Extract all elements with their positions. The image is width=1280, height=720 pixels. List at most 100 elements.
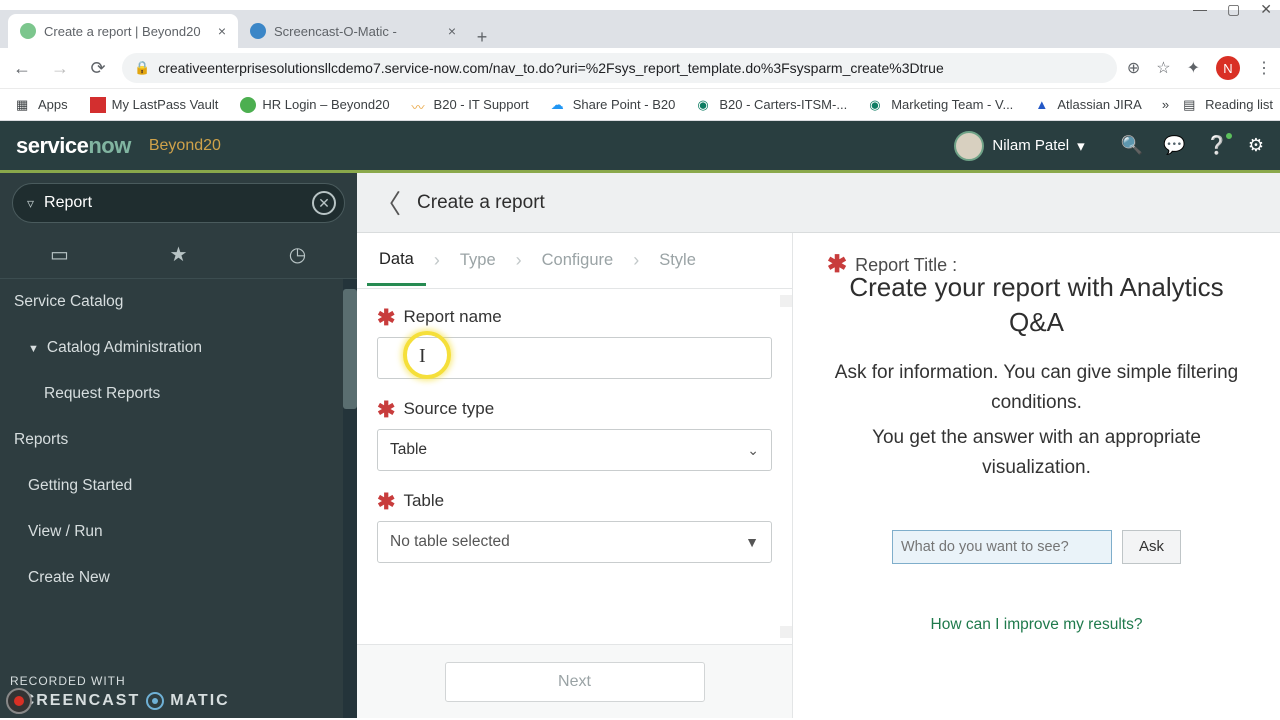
ask-button[interactable]: Ask bbox=[1122, 530, 1181, 564]
close-tab-icon[interactable]: × bbox=[448, 23, 456, 39]
main-content: 〈 Create a report Data › Type › Configur… bbox=[357, 173, 1280, 718]
nav-item-request-reports[interactable]: Request Reports bbox=[0, 371, 343, 417]
nav-scrollbar[interactable] bbox=[343, 279, 357, 718]
back-icon[interactable]: 〈 bbox=[375, 184, 401, 221]
wizard-step-data[interactable]: Data bbox=[367, 236, 426, 286]
instance-name[interactable]: Beyond20 bbox=[149, 137, 221, 155]
browser-tab-1[interactable]: Screencast-O-Matic - × bbox=[238, 14, 468, 48]
extensions-icon[interactable]: ✦ bbox=[1187, 58, 1200, 78]
wizard-steps: Data › Type › Configure › Style bbox=[357, 233, 792, 289]
qa-heading: Create your report with Analytics Q&A bbox=[827, 270, 1246, 340]
bookmark-item[interactable]: ▲Atlassian JIRA bbox=[1027, 93, 1150, 117]
tab-title: Screencast-O-Matic - bbox=[274, 24, 440, 39]
required-icon: ✱ bbox=[377, 404, 395, 415]
qa-paragraph-2: You get the answer with an appropriate v… bbox=[827, 423, 1246, 482]
chat-icon[interactable]: 💬 bbox=[1163, 135, 1185, 156]
new-tab-button[interactable]: + bbox=[468, 27, 496, 48]
bookmark-icon bbox=[240, 97, 256, 113]
chevron-right-icon: › bbox=[633, 250, 639, 271]
back-button[interactable]: ← bbox=[8, 58, 36, 79]
wizard-step-type[interactable]: Type bbox=[448, 237, 508, 284]
chevron-down-icon: ▾ bbox=[1077, 137, 1085, 155]
kebab-menu-icon[interactable]: ⋮ bbox=[1256, 58, 1272, 78]
close-tab-icon[interactable]: × bbox=[218, 23, 226, 39]
nav-item-catalog-admin[interactable]: ▼Catalog Administration bbox=[0, 325, 343, 371]
gear-icon[interactable]: ⚙ bbox=[1248, 135, 1264, 156]
qa-help-link[interactable]: How can I improve my results? bbox=[827, 616, 1246, 634]
browser-tab-0[interactable]: Create a report | Beyond20 × bbox=[8, 14, 238, 48]
servicenow-logo[interactable]: servicenow bbox=[16, 133, 131, 159]
next-button[interactable]: Next bbox=[445, 662, 705, 702]
nav-tabs: ▭ ★ ◷ bbox=[0, 231, 357, 279]
bookmark-item[interactable]: My LastPass Vault bbox=[82, 93, 227, 117]
wizard-step-style[interactable]: Style bbox=[647, 237, 708, 284]
tab-strip: Create a report | Beyond20 × Screencast-… bbox=[0, 10, 1280, 48]
bookmark-overflow-icon[interactable]: » bbox=[1162, 97, 1169, 112]
record-badge-icon bbox=[6, 688, 32, 714]
forward-button[interactable]: → bbox=[46, 58, 74, 79]
nav-list[interactable]: Service Catalog ▼Catalog Administration … bbox=[0, 279, 357, 718]
reload-button[interactable]: ⟳ bbox=[84, 58, 112, 79]
caret-down-icon: ▼ bbox=[28, 343, 39, 355]
qa-paragraph-1: Ask for information. You can give simple… bbox=[827, 358, 1246, 417]
wizard-step-configure[interactable]: Configure bbox=[530, 237, 626, 284]
help-icon[interactable]: ❔ bbox=[1205, 135, 1227, 156]
required-icon: ✱ bbox=[377, 496, 395, 507]
required-icon: ✱ bbox=[377, 312, 395, 323]
nav-filter[interactable]: ▿ ✕ bbox=[12, 183, 345, 223]
star-bookmark-icon[interactable]: ☆ bbox=[1156, 58, 1170, 78]
qa-input[interactable] bbox=[892, 530, 1112, 564]
nav-item-view-run[interactable]: View / Run bbox=[0, 509, 343, 555]
maximize-icon[interactable]: ▢ bbox=[1227, 1, 1240, 18]
report-name-input[interactable] bbox=[377, 337, 772, 379]
bookmark-item[interactable]: ◉B20 - Carters-ITSM-... bbox=[689, 93, 855, 117]
nav-filter-input[interactable] bbox=[44, 194, 302, 212]
field-label: Table bbox=[403, 491, 444, 511]
required-icon: ✱ bbox=[827, 259, 847, 271]
nav-tab-all-icon[interactable]: ▭ bbox=[0, 231, 119, 278]
sharepoint-icon: ◉ bbox=[697, 97, 713, 113]
window-controls: — ▢ ✕ bbox=[0, 0, 1280, 10]
address-bar[interactable]: 🔒 creativeenterprisesolutionsllcdemo7.se… bbox=[122, 53, 1117, 83]
nav-item-getting-started[interactable]: Getting Started bbox=[0, 463, 343, 509]
close-window-icon[interactable]: ✕ bbox=[1260, 1, 1272, 18]
field-source-type: ✱ Source type Table ⌄ bbox=[377, 399, 772, 471]
servicenow-header: servicenow Beyond20 Nilam Patel ▾ 🔍 💬 ❔ … bbox=[0, 121, 1280, 173]
reading-list-button[interactable]: ▤Reading list bbox=[1175, 93, 1280, 117]
clear-filter-icon[interactable]: ✕ bbox=[312, 191, 336, 215]
text-cursor-icon: I bbox=[419, 345, 426, 368]
browser-chrome: — ▢ ✕ Create a report | Beyond20 × Scree… bbox=[0, 0, 1280, 121]
field-label: Source type bbox=[403, 399, 494, 419]
reading-list-icon: ▤ bbox=[1183, 97, 1199, 113]
bookmark-item[interactable]: HR Login – Beyond20 bbox=[232, 93, 397, 117]
recorder-ring-icon bbox=[146, 692, 164, 710]
field-report-name: ✱Report name I bbox=[377, 307, 772, 379]
bookmark-item[interactable]: ◉Marketing Team - V... bbox=[861, 93, 1021, 117]
field-table: ✱ Table No table selected ▼ bbox=[377, 491, 772, 563]
zoom-icon[interactable]: ⊕ bbox=[1127, 58, 1140, 78]
bookmark-item[interactable]: 〰B20 - IT Support bbox=[404, 93, 537, 117]
profile-avatar[interactable]: N bbox=[1216, 56, 1240, 80]
user-menu[interactable]: Nilam Patel ▾ bbox=[954, 131, 1084, 161]
favicon-icon bbox=[250, 23, 266, 39]
nav-tab-history-icon[interactable]: ◷ bbox=[238, 231, 357, 278]
recorder-watermark: RECORDED WITH SCREENCASTMATIC bbox=[10, 673, 230, 712]
source-type-select[interactable]: Table ⌄ bbox=[377, 429, 772, 471]
search-icon[interactable]: 🔍 bbox=[1121, 135, 1143, 156]
filter-icon: ▿ bbox=[27, 195, 34, 212]
sharepoint-icon: ◉ bbox=[869, 97, 885, 113]
nav-item-reports[interactable]: Reports bbox=[0, 417, 343, 463]
nav-tab-favorites-icon[interactable]: ★ bbox=[119, 231, 238, 278]
form-scrollbar[interactable] bbox=[780, 289, 792, 644]
bookmark-apps[interactable]: ▦Apps bbox=[8, 93, 76, 117]
minimize-icon[interactable]: — bbox=[1193, 1, 1207, 17]
chevron-right-icon: › bbox=[516, 250, 522, 271]
select-value: No table selected bbox=[390, 533, 510, 551]
nav-item-service-catalog[interactable]: Service Catalog bbox=[0, 279, 343, 325]
user-name: Nilam Patel bbox=[992, 137, 1069, 154]
nav-item-create-new[interactable]: Create New bbox=[0, 555, 343, 601]
bookmark-item[interactable]: ☁Share Point - B20 bbox=[543, 93, 684, 117]
page-header: 〈 Create a report bbox=[357, 173, 1280, 233]
table-select[interactable]: No table selected ▼ bbox=[377, 521, 772, 563]
dropdown-triangle-icon: ▼ bbox=[745, 534, 759, 550]
